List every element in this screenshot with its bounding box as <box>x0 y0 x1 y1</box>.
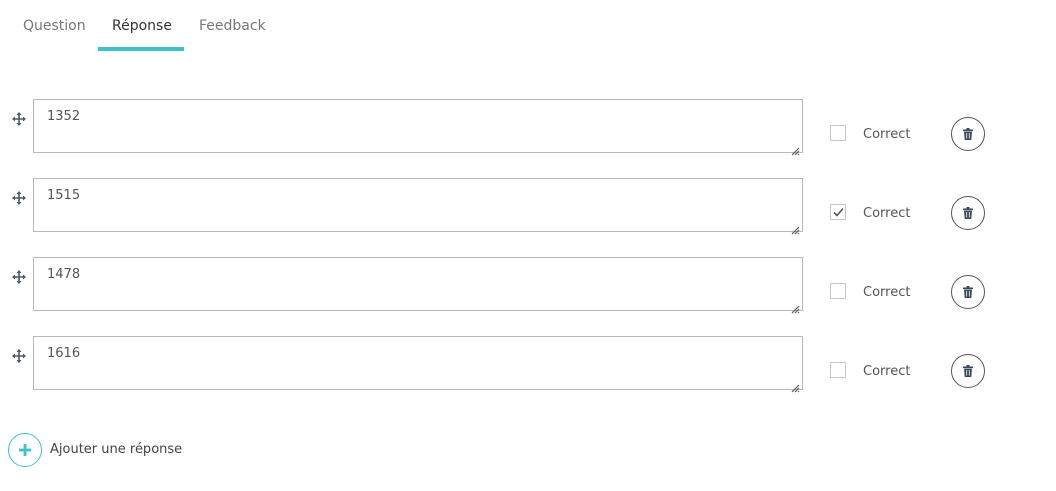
correct-label: Correct <box>863 285 911 300</box>
correct-checkbox[interactable] <box>830 204 846 220</box>
move-arrows-icon[interactable] <box>12 190 26 205</box>
answer-value: 1616 <box>47 346 81 361</box>
tab-bar: Question Réponse Feedback <box>0 0 400 52</box>
correct-checkbox[interactable] <box>830 283 846 299</box>
answer-value: 1478 <box>47 267 81 282</box>
trash-icon <box>963 207 973 219</box>
active-tab-indicator <box>98 47 184 51</box>
trash-icon <box>963 128 973 140</box>
answer-row: 1478 Correct <box>0 257 1056 314</box>
resize-grip-icon[interactable] <box>791 299 800 314</box>
answer-row: 1616 Correct <box>0 336 1056 393</box>
correct-checkbox[interactable] <box>830 125 846 141</box>
answer-value: 1515 <box>47 188 81 203</box>
resize-grip-icon[interactable] <box>791 141 800 156</box>
plus-icon <box>19 444 31 456</box>
move-arrows-icon[interactable] <box>12 111 26 126</box>
delete-answer-button[interactable] <box>951 354 985 388</box>
answer-textarea[interactable]: 1478 <box>33 257 803 314</box>
tab-reponse[interactable]: Réponse <box>112 18 172 34</box>
delete-answer-button[interactable] <box>951 275 985 309</box>
correct-label: Correct <box>863 364 911 379</box>
move-arrows-icon[interactable] <box>12 348 26 363</box>
correct-checkbox[interactable] <box>830 362 846 378</box>
correct-label: Correct <box>863 206 911 221</box>
answer-row: 1515 Correct <box>0 178 1056 235</box>
add-answer-button[interactable] <box>8 433 42 467</box>
add-answer-label[interactable]: Ajouter une réponse <box>50 442 182 457</box>
trash-icon <box>963 286 973 298</box>
answer-textarea[interactable]: 1352 <box>33 99 803 156</box>
answer-row: 1352 Correct <box>0 99 1056 156</box>
answer-textarea[interactable]: 1616 <box>33 336 803 393</box>
answer-textarea[interactable]: 1515 <box>33 178 803 235</box>
resize-grip-icon[interactable] <box>791 378 800 393</box>
move-arrows-icon[interactable] <box>12 269 26 284</box>
resize-grip-icon[interactable] <box>791 220 800 235</box>
trash-icon <box>963 365 973 377</box>
delete-answer-button[interactable] <box>951 117 985 151</box>
answer-editor: Question Réponse Feedback 1352 Correct 1… <box>0 0 1056 491</box>
checkmark-icon <box>833 207 844 217</box>
answer-value: 1352 <box>47 109 81 124</box>
correct-label: Correct <box>863 127 911 142</box>
delete-answer-button[interactable] <box>951 196 985 230</box>
tab-feedback[interactable]: Feedback <box>199 18 266 34</box>
tab-question[interactable]: Question <box>23 18 86 34</box>
